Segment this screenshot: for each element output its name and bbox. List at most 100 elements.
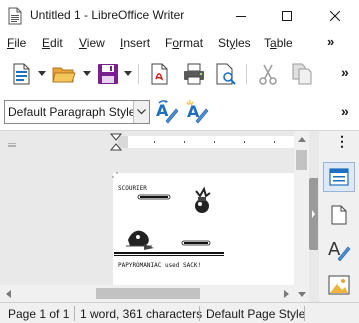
svg-text:A: A	[328, 239, 341, 260]
chevron-right-icon	[312, 210, 315, 218]
menu-styles-label: les	[235, 36, 251, 50]
chevron-right-icon	[283, 289, 289, 298]
opponent-name-text: SCOURIER	[118, 185, 147, 192]
styles-icon: A	[328, 239, 351, 261]
menu-insert-label: nsert	[123, 36, 151, 50]
menu-edit-mnemonic: E	[42, 36, 51, 50]
menu-insert[interactable]: Insert	[120, 36, 150, 50]
textbox-border-top	[114, 252, 224, 254]
menu-edit[interactable]: Edit	[42, 36, 63, 50]
status-separator	[199, 306, 200, 321]
scroll-up-button[interactable]	[294, 131, 309, 147]
chevron-up-icon	[297, 136, 306, 142]
status-word-count[interactable]: 1 word, 361 characters	[80, 307, 202, 321]
menu-table-label: ble	[276, 36, 293, 50]
gallery-icon	[328, 275, 350, 295]
chevron-down-icon	[297, 291, 306, 297]
sidebar-menu-button[interactable]: ⋮	[335, 134, 349, 148]
print-icon[interactable]	[182, 62, 206, 86]
player-hp-fill	[184, 242, 208, 244]
menu-format[interactable]: Format	[165, 36, 203, 50]
menu-styles-pre: St	[218, 36, 230, 50]
menu-view[interactable]: View	[79, 36, 105, 50]
save-dropdown-arrow-icon[interactable]	[124, 71, 132, 77]
vertical-ruler	[0, 153, 8, 302]
status-page-count[interactable]: Page 1 of 1	[8, 307, 69, 321]
paragraph-style-value: Default Paragraph Style	[8, 105, 136, 119]
print-preview-icon[interactable]	[214, 62, 238, 86]
ruler-tick	[244, 141, 245, 143]
standard-toolbar: »	[0, 56, 359, 94]
menu-bar: File Edit View Insert Format Styles Tabl…	[0, 32, 359, 54]
maximize-icon	[282, 11, 292, 21]
open-dropdown-arrow-icon[interactable]	[83, 71, 91, 77]
chevron-down-icon	[137, 109, 146, 115]
menu-edit-label: dit	[50, 36, 63, 50]
battle-message-text: PAPYROMANIAC used SACK!	[118, 262, 201, 269]
sidebar-deck: ⋮ A	[319, 131, 359, 302]
status-separator	[74, 306, 75, 321]
menu-view-label: iew	[86, 36, 105, 50]
new-document-icon[interactable]	[10, 62, 34, 86]
textbox-border-inner	[114, 255, 224, 256]
ruler-tick	[154, 141, 155, 143]
embedded-game-image[interactable]: SCOURIER PAPYROMANIAC used SACK!	[114, 174, 224, 270]
status-page-style[interactable]: Default Page Style	[206, 307, 305, 321]
menu-styles[interactable]: Styles	[218, 36, 251, 50]
sidebar-styles-button[interactable]: A	[323, 234, 355, 264]
menu-table[interactable]: Table	[264, 36, 293, 50]
properties-icon	[329, 168, 349, 186]
menu-file[interactable]: File	[7, 36, 26, 50]
new-dropdown-arrow-icon[interactable]	[38, 71, 46, 77]
toolbar-separator	[138, 64, 139, 84]
opponent-hp-fill	[140, 196, 168, 198]
toolbar-overflow-button[interactable]: »	[341, 64, 349, 80]
scroll-left-button[interactable]	[0, 285, 16, 302]
formatting-toolbar-overflow-button[interactable]: »	[341, 103, 349, 119]
horizontal-scrollbar[interactable]	[0, 285, 294, 302]
horizontal-ruler[interactable]	[0, 131, 294, 153]
sidebar-properties-button[interactable]	[323, 162, 355, 192]
sidebar-collapse-handle[interactable]	[309, 178, 318, 250]
paragraph-style-combobox[interactable]: Default Paragraph Style	[4, 100, 150, 124]
menu-table-mnemonic: a	[270, 36, 277, 50]
scroll-down-button[interactable]	[294, 286, 309, 302]
save-icon[interactable]	[96, 62, 120, 86]
minimize-icon	[236, 16, 246, 17]
ruler-tick	[274, 141, 275, 143]
writer-app-icon	[8, 7, 22, 25]
vertical-scrollbar[interactable]	[294, 131, 309, 302]
sidebar-gallery-button[interactable]	[323, 270, 355, 300]
title-bar: Untitled 1 - LibreOffice Writer	[0, 0, 359, 32]
ruler-corner-icon	[8, 143, 16, 147]
paragraph-style-dropdown[interactable]	[133, 101, 149, 123]
menu-file-label: ile	[14, 36, 27, 50]
new-style-icon[interactable]: A	[184, 99, 210, 125]
page-icon	[331, 205, 347, 225]
close-button[interactable]	[310, 0, 359, 32]
menu-view-mnemonic: V	[79, 36, 87, 50]
sidebar-page-button[interactable]	[323, 200, 355, 230]
update-style-icon[interactable]: A	[154, 99, 180, 125]
horizontal-scroll-thumb[interactable]	[96, 288, 200, 299]
maximize-button[interactable]	[264, 0, 310, 32]
cut-icon[interactable]	[256, 62, 280, 86]
indent-marker-icon[interactable]	[110, 133, 122, 151]
minimize-button[interactable]	[218, 0, 264, 32]
scroll-right-button[interactable]	[278, 285, 294, 302]
chevron-left-icon	[5, 289, 11, 298]
menu-format-label: rmat	[179, 36, 204, 50]
ruler-strip	[118, 136, 294, 148]
status-separator	[304, 306, 305, 321]
status-bar: Page 1 of 1 1 word, 361 characters Defau…	[0, 302, 359, 323]
svg-text:A: A	[156, 101, 169, 120]
copy-icon[interactable]	[290, 62, 314, 86]
vertical-scroll-thumb[interactable]	[296, 150, 307, 170]
ruler-tick	[214, 141, 215, 143]
export-pdf-icon[interactable]	[148, 62, 172, 86]
open-folder-icon[interactable]	[52, 62, 76, 86]
formatting-toolbar: Default Paragraph Style A A »	[0, 96, 359, 130]
toolbar-separator	[246, 64, 247, 84]
menu-overflow-button[interactable]: »	[327, 34, 334, 49]
window-title: Untitled 1 - LibreOffice Writer	[30, 8, 185, 22]
